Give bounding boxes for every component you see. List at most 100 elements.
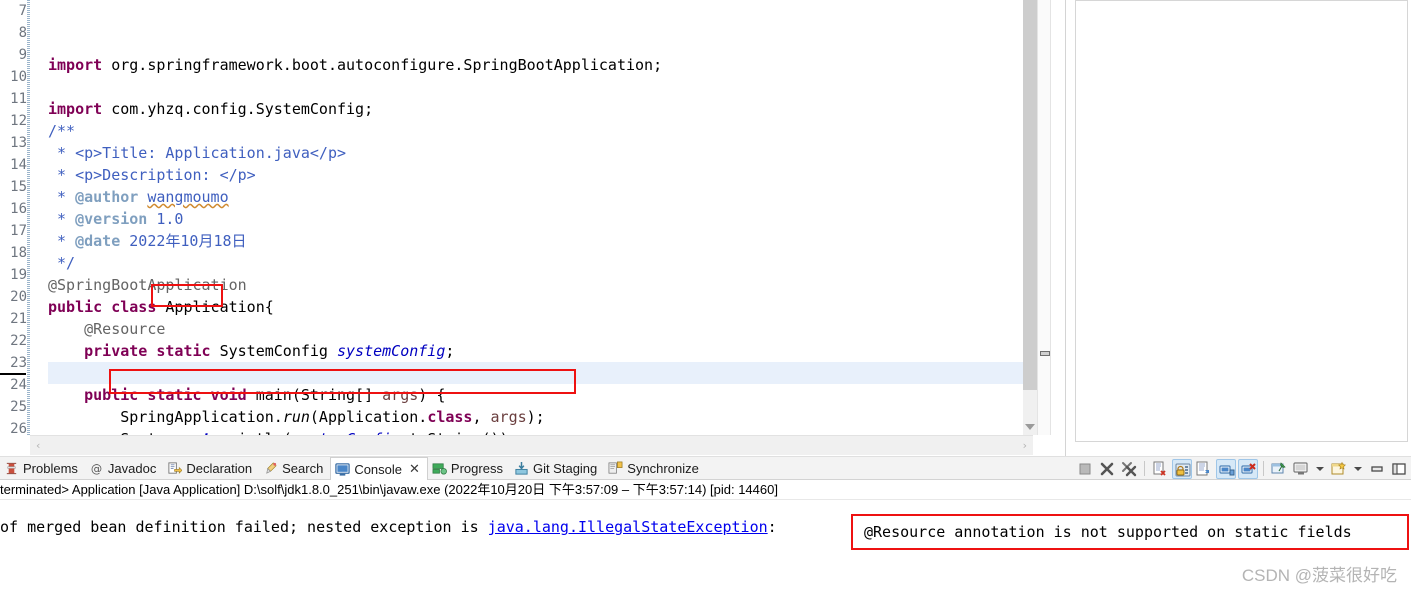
clear-console-button[interactable]	[1150, 459, 1170, 479]
empty-view-area	[1075, 0, 1408, 442]
code-line[interactable]: * @version 1.0	[48, 208, 1065, 230]
editor-horizontal-scrollbar[interactable]: ‹ ›	[30, 435, 1033, 455]
code-token: args	[382, 386, 418, 404]
pin-console-icon	[1269, 459, 1289, 484]
clear-console-icon	[1150, 459, 1170, 484]
view-tab-bar: Problems@JavadocDeclarationSearchConsole…	[0, 456, 1411, 480]
open-console-button[interactable]	[1329, 459, 1349, 479]
tab-progress[interactable]: Progress	[428, 457, 510, 480]
progress-icon	[432, 461, 447, 476]
code-line[interactable]: * <p>Description: </p>	[48, 164, 1065, 186]
code-token: public static void	[84, 386, 256, 404]
display-console-icon	[1291, 459, 1311, 484]
problems-icon	[4, 461, 19, 476]
maximize-button[interactable]	[1389, 459, 1409, 479]
vertical-scrollbar-thumb[interactable]	[1023, 0, 1037, 390]
editor-body[interactable]: 7891011121314151617181920212223242526 im…	[0, 0, 1065, 435]
tab-search[interactable]: Search	[259, 457, 330, 480]
code-line[interactable]: * @date 2022年10月18日	[48, 230, 1065, 252]
chevron-down-icon[interactable]	[1354, 467, 1362, 471]
line-number: 19	[0, 264, 30, 286]
close-icon[interactable]: ✕	[409, 462, 420, 477]
code-line[interactable]: System.out.println(systemConfig.toString…	[48, 428, 1065, 435]
code-line[interactable]: * @author wangmoumo	[48, 186, 1065, 208]
tab-label: Problems	[23, 461, 78, 476]
line-number: 26	[0, 418, 30, 435]
line-number: 17	[0, 220, 30, 242]
console-error-message: @Resource annotation is not supported on…	[864, 522, 1352, 542]
code-token: * <p>Description: </p>	[48, 166, 256, 184]
word-wrap-icon	[1194, 459, 1214, 484]
overview-ruler[interactable]	[1037, 0, 1051, 435]
code-line[interactable]: * <p>Title: Application.java</p>	[48, 142, 1065, 164]
show-on-output-icon	[1217, 460, 1235, 485]
terminate-button[interactable]	[1075, 459, 1095, 479]
tab-git-staging[interactable]: Git Staging	[510, 457, 604, 480]
line-number: 10	[0, 66, 30, 88]
code-token: (Application.	[310, 408, 427, 426]
code-token: * <p>Title: Application.java</p>	[48, 144, 346, 162]
code-text-area[interactable]: import org.springframework.boot.autoconf…	[44, 0, 1065, 435]
tab-label: Javadoc	[108, 461, 156, 476]
code-line[interactable]: @SpringBootApplication	[48, 274, 1065, 296]
code-token: class	[427, 408, 472, 426]
code-token: */	[48, 254, 75, 272]
code-line[interactable]: public static void main(String[] args) {	[48, 384, 1065, 406]
code-token: @date	[75, 232, 120, 250]
line-number: 14	[0, 154, 30, 176]
console-output-suffix: :	[768, 518, 777, 536]
show-on-error-icon	[1239, 460, 1257, 485]
scroll-lock-icon	[1173, 460, 1191, 485]
code-line[interactable]	[48, 76, 1065, 98]
exception-class-link[interactable]: java.lang.IllegalStateException	[488, 518, 768, 536]
overview-marker	[1040, 351, 1050, 356]
code-line[interactable]: /**	[48, 120, 1065, 142]
code-line[interactable]: SpringApplication.run(Application.class,…	[48, 406, 1065, 428]
word-wrap-button[interactable]	[1194, 459, 1214, 479]
chevron-down-icon[interactable]	[1316, 467, 1324, 471]
tab-label: Console	[354, 462, 402, 477]
show-console-on-error-button[interactable]	[1238, 459, 1258, 479]
remove-x-icon	[1097, 459, 1117, 484]
editor-vertical-scrollbar[interactable]	[1023, 0, 1037, 435]
remove-launch-button[interactable]	[1097, 459, 1117, 479]
minimize-button[interactable]	[1367, 459, 1387, 479]
git-staging-icon	[514, 461, 529, 476]
csdn-watermark: CSDN @菠菜很好吃	[1242, 561, 1397, 586]
tab-declaration[interactable]: Declaration	[163, 457, 259, 480]
javadoc-icon: @	[89, 461, 104, 476]
code-token	[138, 188, 147, 206]
line-number: 16	[0, 198, 30, 220]
scroll-right-arrow-icon[interactable]: ›	[1023, 440, 1027, 451]
eclipse-ide-window: 7891011121314151617181920212223242526 im…	[0, 0, 1411, 594]
scroll-down-arrow-icon[interactable]	[1025, 424, 1035, 430]
java-editor[interactable]: 7891011121314151617181920212223242526 im…	[0, 0, 1065, 456]
code-line[interactable]: */	[48, 252, 1065, 274]
code-line[interactable]: private static SystemConfig systemConfig…	[48, 340, 1065, 362]
folding-column[interactable]	[30, 0, 44, 435]
display-selected-console-button[interactable]	[1291, 459, 1311, 479]
code-line[interactable]: @Resource	[48, 318, 1065, 340]
code-token: ;	[445, 342, 454, 360]
code-token: org.springframework.boot.autoconfigure.S…	[111, 56, 662, 74]
changed-line-marker	[0, 373, 26, 375]
code-line[interactable]: import org.springframework.boot.autoconf…	[48, 54, 1065, 76]
editor-right-empty-pane	[1065, 0, 1411, 456]
pin-console-button[interactable]	[1269, 459, 1289, 479]
tab-javadoc[interactable]: @ Javadoc	[85, 457, 163, 480]
tab-console[interactable]: Console ✕	[330, 457, 428, 480]
code-line[interactable]: public class Application{	[48, 296, 1065, 318]
code-line[interactable]: import com.yhzq.config.SystemConfig;	[48, 98, 1065, 120]
code-token: *	[48, 232, 75, 250]
scroll-left-arrow-icon[interactable]: ‹	[36, 440, 40, 451]
open-console-icon	[1329, 459, 1349, 484]
maximize-icon	[1389, 459, 1409, 484]
toolbar-separator	[1263, 461, 1264, 476]
code-line[interactable]	[48, 362, 1050, 384]
show-console-on-output-button[interactable]	[1216, 459, 1236, 479]
scroll-lock-button[interactable]	[1172, 459, 1192, 479]
tab-synchronize[interactable]: Synchronize	[604, 457, 706, 480]
remove-all-terminated-button[interactable]	[1119, 459, 1139, 479]
line-number: 20	[0, 286, 30, 308]
tab-problems[interactable]: Problems	[0, 457, 85, 480]
